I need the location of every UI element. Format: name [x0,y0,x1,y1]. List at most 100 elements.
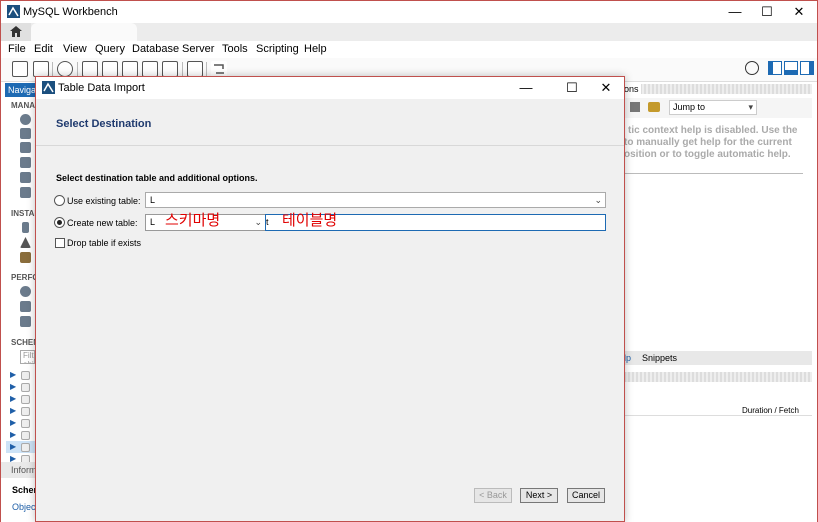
navigator-header: Navigator [5,83,35,97]
dashboard-icon[interactable] [20,286,31,297]
data-export-icon[interactable] [20,172,31,183]
cancel-button[interactable]: Cancel [567,488,605,503]
dialog-minimize-button[interactable]: — [508,77,544,99]
menu-file[interactable]: File [8,43,26,55]
menu-help[interactable]: Help [304,43,327,55]
toggle-sidebar-icon[interactable] [768,61,782,75]
create-new-label: Create new table: [67,218,138,228]
toggle-secondary-sidebar-icon[interactable] [800,61,814,75]
expand-arrow-icon[interactable]: ▶ [10,418,16,427]
divider [624,173,803,174]
schema-name-annotation: 스키마명 [165,212,221,229]
open-sql-file-icon[interactable] [33,61,49,77]
menu-scripting[interactable]: Scripting [256,43,299,55]
home-icon [10,26,22,37]
database-icon[interactable] [21,371,30,380]
workbench-logo-icon [7,5,20,18]
tab-context-help[interactable]: lp [624,353,631,363]
data-import-icon[interactable] [20,187,31,198]
settings-icon[interactable] [745,61,759,75]
section-management: MANAGEMENT [11,101,35,110]
menu-query[interactable]: Query [95,43,125,55]
table-name-value: t [266,217,269,227]
section-performance: PERFORMANCE [11,273,35,282]
output-header [624,372,812,382]
client-connections-icon[interactable] [20,128,31,139]
database-icon[interactable] [21,395,30,404]
back-icon[interactable] [630,102,640,112]
dialog-title: Table Data Import [58,82,145,94]
toolbar-separator [206,62,207,76]
users-privileges-icon[interactable] [20,142,31,153]
database-icon[interactable] [21,383,30,392]
menu-database[interactable]: Database [132,43,179,55]
inspector-icon[interactable] [57,61,73,77]
minimize-button[interactable]: — [717,1,753,23]
database-icon[interactable] [21,407,30,416]
back-button[interactable]: < Back [474,488,512,503]
use-existing-radio[interactable] [54,195,65,206]
status-variables-icon[interactable] [20,157,31,168]
create-function-icon[interactable] [162,61,178,77]
divider [36,145,624,146]
use-existing-label: Use existing table: [67,196,141,206]
dialog-maximize-button[interactable]: ☐ [554,77,590,99]
expand-arrow-icon[interactable]: ▶ [10,430,16,439]
create-schema-icon[interactable] [82,61,98,77]
dialog-close-button[interactable]: ✕ [588,77,624,99]
schema-filter-input[interactable]: Filter objects [20,350,35,364]
database-icon[interactable] [21,443,30,452]
toggle-output-icon[interactable] [784,61,798,75]
expand-arrow-icon[interactable]: ▶ [10,382,16,391]
create-table-icon[interactable] [102,61,118,77]
step-title: Select Destination [56,118,152,130]
menu-tools[interactable]: Tools [222,43,248,55]
connection-tab[interactable] [31,23,137,41]
chevron-down-icon: ⌄ [254,217,262,227]
expand-arrow-icon[interactable]: ▶ [10,370,16,379]
home-tab[interactable] [1,23,31,41]
create-new-radio[interactable] [54,217,65,228]
auto-help-icon[interactable] [648,102,660,112]
dialog-title-bar: Table Data Import — ☐ ✕ [36,77,624,99]
expand-arrow-icon[interactable]: ▶ [10,442,16,451]
create-procedure-icon[interactable] [142,61,158,77]
menu-server[interactable]: Server [182,43,214,55]
toolbar-separator [182,62,183,76]
chevron-down-icon: ⌄ [594,195,602,205]
options-file-icon[interactable] [20,252,31,263]
new-table-name-input[interactable]: t 테이블명 [265,212,606,231]
server-status-icon[interactable] [20,114,31,125]
expand-arrow-icon[interactable]: ▶ [10,406,16,415]
startup-shutdown-icon[interactable] [22,222,29,233]
schema-select[interactable]: L 스키마명 ⌄ [145,212,266,231]
drop-table-checkbox[interactable] [55,238,65,248]
chevron-down-icon: ▾ [748,102,753,112]
table-name-annotation: 테이블명 [282,212,338,229]
search-table-data-icon[interactable] [187,61,203,77]
database-icon[interactable] [21,431,30,440]
menu-view[interactable]: View [63,43,87,55]
create-view-icon[interactable] [122,61,138,77]
toolbar-separator [77,62,78,76]
close-button[interactable]: ✕ [781,1,817,23]
jump-to-label: Jump to [673,102,706,112]
new-sql-tab-icon[interactable] [12,61,28,77]
toolbar-separator [52,62,53,76]
menu-edit[interactable]: Edit [34,43,53,55]
performance-reports-icon[interactable] [20,301,31,312]
schema-value: L [150,217,156,227]
next-button[interactable]: Next > [520,488,558,503]
duration-fetch-column: Duration / Fetch [742,406,799,415]
database-icon[interactable] [21,419,30,428]
expand-arrow-icon[interactable]: ▶ [10,394,16,403]
performance-schema-setup-icon[interactable] [20,316,31,327]
tab-snippets[interactable]: Snippets [642,353,677,363]
reconnect-icon[interactable] [211,61,227,77]
help-line: osition or to toggle automatic help. [624,149,791,160]
jump-to-select[interactable]: Jump to ▾ [669,100,757,115]
title-bar: MySQL Workbench — ☐ ✕ [1,1,817,23]
existing-table-select[interactable]: L ⌄ [145,192,606,208]
maximize-button[interactable]: ☐ [749,1,785,23]
drop-table-label: Drop table if exists [67,238,142,248]
